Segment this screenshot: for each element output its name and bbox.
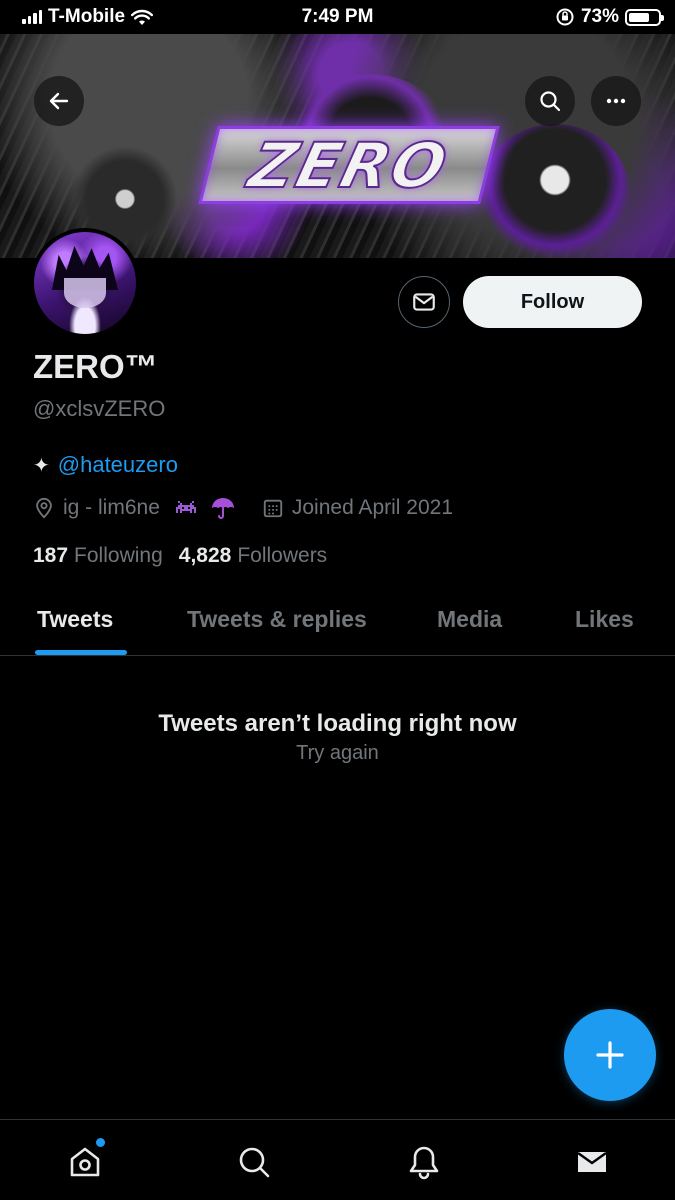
- banner-logo: ZERO: [198, 126, 500, 204]
- profile-banner: ZERO: [0, 34, 675, 258]
- bio: ✦ @hateuzero: [33, 452, 178, 478]
- bottom-nav: [0, 1119, 675, 1200]
- profile-meta: ig - lim6ne Joined April 2021: [33, 496, 453, 520]
- bell-icon: [409, 1146, 439, 1180]
- search-button[interactable]: [525, 76, 575, 126]
- following-label: Following: [74, 544, 163, 567]
- nav-notifications[interactable]: [402, 1140, 446, 1184]
- battery-percent: 73%: [580, 6, 619, 27]
- message-button[interactable]: [398, 276, 450, 328]
- nav-home[interactable]: [63, 1138, 107, 1184]
- status-bar: T-Mobile 7:49 PM 73%: [0, 0, 675, 34]
- nav-messages[interactable]: [570, 1140, 614, 1184]
- nav-search[interactable]: [232, 1140, 276, 1184]
- battery-icon: [625, 8, 664, 26]
- back-arrow-icon: [49, 92, 69, 110]
- banner-logo-text: ZERO: [241, 128, 457, 203]
- user-handle: @xclsvZERO: [33, 396, 166, 421]
- profile-tabs: Tweets Tweets & replies Media Likes: [0, 588, 675, 656]
- location-text: ig - lim6ne: [63, 496, 160, 519]
- join-date: Joined April 2021: [262, 496, 453, 520]
- umbrella-emoji-icon: [211, 498, 234, 519]
- location-pin-icon: [36, 497, 52, 519]
- orientation-lock-icon: [556, 8, 574, 26]
- plus-icon: [596, 1041, 624, 1069]
- more-icon: [606, 98, 626, 104]
- join-date-text: Joined April 2021: [291, 496, 453, 519]
- location: ig - lim6ne: [33, 496, 236, 520]
- back-button[interactable]: [34, 76, 84, 126]
- alien-monster-emoji-icon: [175, 501, 196, 513]
- follow-stats: 187 Following 4,828 Followers: [33, 544, 327, 568]
- avatar-face: [64, 278, 106, 308]
- bio-mention-link[interactable]: @hateuzero: [58, 452, 178, 478]
- following-stat[interactable]: 187 Following: [33, 544, 163, 568]
- avatar[interactable]: [30, 228, 140, 338]
- active-tab-indicator: [35, 650, 127, 655]
- tab-tweets[interactable]: Tweets: [37, 606, 113, 633]
- status-left: T-Mobile: [22, 6, 154, 28]
- status-right: 73%: [555, 6, 664, 28]
- calendar-icon: [263, 499, 283, 518]
- search-icon: [239, 1147, 270, 1178]
- tab-likes[interactable]: Likes: [575, 606, 634, 633]
- wifi-icon: [131, 9, 154, 25]
- followers-stat[interactable]: 4,828 Followers: [179, 544, 327, 568]
- home-icon: [70, 1147, 100, 1177]
- envelope-icon: [413, 293, 435, 311]
- bio-symbol: ✦: [33, 454, 50, 477]
- tab-media[interactable]: Media: [437, 606, 502, 633]
- compose-tweet-button[interactable]: [564, 1009, 656, 1101]
- battery-fill: [629, 12, 650, 22]
- profile-screen: T-Mobile 7:49 PM 73% ZERO Follow ZERO™ @…: [0, 0, 675, 1200]
- tab-tweets-and-replies[interactable]: Tweets & replies: [187, 606, 367, 633]
- empty-state-title: Tweets aren’t loading right now: [158, 710, 517, 737]
- followers-count: 4,828: [178, 544, 232, 567]
- try-again-link[interactable]: Try again: [0, 742, 675, 765]
- following-count: 187: [33, 544, 69, 567]
- more-options-button[interactable]: [591, 76, 641, 126]
- search-icon: [540, 91, 561, 112]
- follow-button[interactable]: Follow: [463, 276, 642, 328]
- new-content-dot: [96, 1138, 105, 1147]
- display-name: ZERO™: [33, 348, 158, 385]
- envelope-icon: [577, 1152, 607, 1172]
- signal-icon: [22, 10, 42, 24]
- carrier-label: T-Mobile: [48, 6, 126, 27]
- followers-label: Followers: [237, 544, 328, 567]
- banner-art-figure: [480, 124, 630, 258]
